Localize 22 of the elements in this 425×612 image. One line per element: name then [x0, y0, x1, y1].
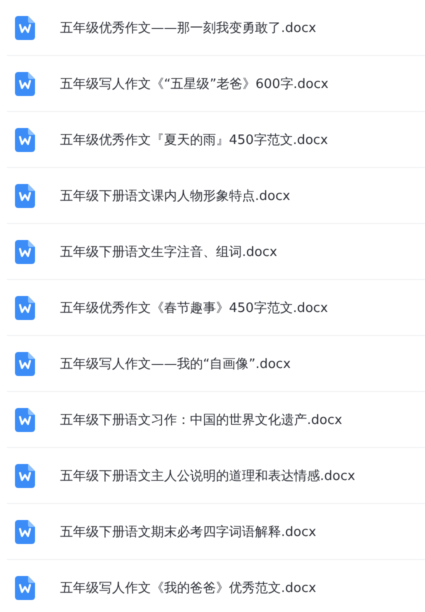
- file-name[interactable]: 五年级优秀作文『夏天的雨』450字范文.docx: [60, 130, 328, 148]
- file-name[interactable]: 五年级下册语文生字注音、组词.docx: [60, 242, 278, 260]
- file-name[interactable]: 五年级下册语文课内人物形象特点.docx: [60, 186, 290, 204]
- file-name[interactable]: 五年级写人作文——我的“自画像”.docx: [60, 354, 291, 372]
- file-name[interactable]: 五年级写人作文《我的爸爸》优秀范文.docx: [60, 578, 316, 596]
- document-icon: [15, 240, 35, 264]
- file-name[interactable]: 五年级下册语文期末必考四字词语解释.docx: [60, 522, 316, 540]
- document-icon: [15, 408, 35, 432]
- file-name[interactable]: 五年级下册语文习作：中国的世界文化遗产.docx: [60, 410, 342, 428]
- file-name[interactable]: 五年级优秀作文《春节趣事》450字范文.docx: [60, 298, 328, 316]
- document-icon: [15, 16, 35, 40]
- file-name[interactable]: 五年级优秀作文——那一刻我变勇敢了.docx: [60, 18, 316, 36]
- file-name[interactable]: 五年级下册语文主人公说明的道理和表达情感.docx: [60, 466, 356, 484]
- document-icon: [15, 464, 35, 488]
- document-icon: [15, 296, 35, 320]
- document-icon: [15, 352, 35, 376]
- document-icon: [15, 128, 35, 152]
- file-name[interactable]: 五年级写人作文《“五星级”老爸》600字.docx: [60, 74, 328, 92]
- document-icon: [15, 520, 35, 544]
- document-icon: [15, 576, 35, 600]
- document-icon: [15, 184, 35, 208]
- document-icon: [15, 72, 35, 96]
